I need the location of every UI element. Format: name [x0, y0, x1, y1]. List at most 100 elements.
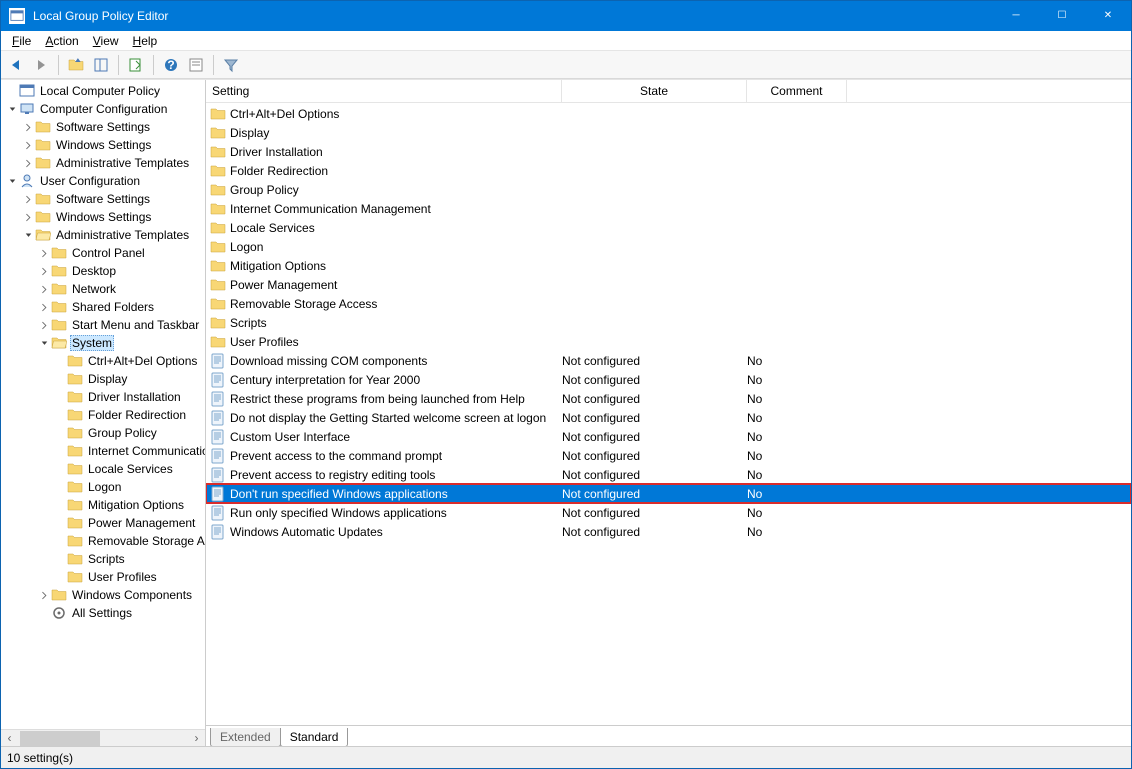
- col-state[interactable]: State: [562, 80, 747, 102]
- tree-item-winComponents[interactable]: Windows Components: [1, 586, 205, 604]
- tree-item-display[interactable]: Display: [1, 370, 205, 388]
- tree-item-winSettings[interactable]: Windows Settings: [1, 208, 205, 226]
- menu-file[interactable]: File: [5, 32, 38, 50]
- tree-label: Removable Storage Access: [86, 534, 205, 548]
- col-setting[interactable]: Setting: [206, 80, 562, 102]
- tree-item-desktop[interactable]: Desktop: [1, 262, 205, 280]
- tree-expander[interactable]: [5, 174, 19, 188]
- list-row-folder[interactable]: Folder Redirection: [206, 161, 1131, 180]
- settings-list[interactable]: Ctrl+Alt+Del Options Display Driver Instal…: [206, 103, 1131, 725]
- help-button[interactable]: [160, 54, 182, 76]
- tree-expander[interactable]: [37, 282, 51, 296]
- show-panes-button[interactable]: [90, 54, 112, 76]
- tree-item-adminTemplates[interactable]: Administrative Templates: [1, 154, 205, 172]
- tree-expander[interactable]: [37, 588, 51, 602]
- list-row-folder[interactable]: Ctrl+Alt+Del Options: [206, 104, 1131, 123]
- list-row-folder[interactable]: Display: [206, 123, 1131, 142]
- setting-name: Display: [230, 126, 562, 140]
- tree-item-sharedFolders[interactable]: Shared Folders: [1, 298, 205, 316]
- tree-item-internetComm[interactable]: Internet Communication Management: [1, 442, 205, 460]
- tree-item-network[interactable]: Network: [1, 280, 205, 298]
- tree-label: Desktop: [70, 264, 118, 278]
- list-row-folder[interactable]: Driver Installation: [206, 142, 1131, 161]
- tree-item-softSettings[interactable]: Software Settings: [1, 118, 205, 136]
- up-level-button[interactable]: [65, 54, 87, 76]
- list-row-folder[interactable]: Mitigation Options: [206, 256, 1131, 275]
- tree-expander[interactable]: [37, 336, 51, 350]
- gear-icon: [51, 605, 67, 621]
- tree-item-userProfiles[interactable]: User Profiles: [1, 568, 205, 586]
- list-row-policy[interactable]: Don't run specified Windows applications…: [206, 484, 1131, 503]
- maximize-button[interactable]: ☐: [1039, 1, 1085, 31]
- menu-help[interactable]: Help: [126, 32, 165, 50]
- tree-item-winSettings[interactable]: Windows Settings: [1, 136, 205, 154]
- list-row-folder[interactable]: Power Management: [206, 275, 1131, 294]
- filter-button[interactable]: [220, 54, 242, 76]
- tree-item-softSettings[interactable]: Software Settings: [1, 190, 205, 208]
- tree-expander[interactable]: [21, 120, 35, 134]
- tree-expander[interactable]: [37, 300, 51, 314]
- tab-extended[interactable]: Extended: [210, 728, 281, 746]
- list-row-folder[interactable]: Scripts: [206, 313, 1131, 332]
- list-row-folder[interactable]: Locale Services: [206, 218, 1131, 237]
- tree-item-system[interactable]: System: [1, 334, 205, 352]
- tree-label: Logon: [86, 480, 123, 494]
- tree-expander[interactable]: [37, 246, 51, 260]
- export-list-button[interactable]: [125, 54, 147, 76]
- list-row-policy[interactable]: Download missing COM componentsNot confi…: [206, 351, 1131, 370]
- tree-expander[interactable]: [21, 210, 35, 224]
- tree-hscrollbar[interactable]: ‹›: [1, 729, 205, 746]
- tree-expander[interactable]: [21, 228, 35, 242]
- list-row-folder[interactable]: User Profiles: [206, 332, 1131, 351]
- tree-item-allSettings[interactable]: All Settings: [1, 604, 205, 622]
- tree-expander[interactable]: [5, 102, 19, 116]
- list-row-folder[interactable]: Logon: [206, 237, 1131, 256]
- nav-forward-button[interactable]: [30, 54, 52, 76]
- tree-expander[interactable]: [21, 192, 35, 206]
- list-row-policy[interactable]: Do not display the Getting Started welco…: [206, 408, 1131, 427]
- tree-item-folderRedir[interactable]: Folder Redirection: [1, 406, 205, 424]
- nav-back-button[interactable]: [5, 54, 27, 76]
- menu-view[interactable]: View: [86, 32, 126, 50]
- list-row-folder[interactable]: Group Policy: [206, 180, 1131, 199]
- close-button[interactable]: ✕: [1085, 1, 1131, 31]
- tree-item-controlPanel[interactable]: Control Panel: [1, 244, 205, 262]
- tree-item-driverInst[interactable]: Driver Installation: [1, 388, 205, 406]
- menu-action[interactable]: Action: [38, 32, 85, 50]
- setting-state: Not configured: [562, 373, 747, 387]
- tree-item-root[interactable]: Local Computer Policy: [1, 82, 205, 100]
- list-row-policy[interactable]: Custom User InterfaceNot configuredNo: [206, 427, 1131, 446]
- policy-icon: [210, 353, 226, 369]
- list-row-policy[interactable]: Windows Automatic UpdatesNot configuredN…: [206, 522, 1131, 541]
- tree-expander[interactable]: [37, 264, 51, 278]
- tree-item-userConfig[interactable]: User Configuration: [1, 172, 205, 190]
- tree-item-localeSvc[interactable]: Locale Services: [1, 460, 205, 478]
- tree-item-removableStorage[interactable]: Removable Storage Access: [1, 532, 205, 550]
- tree-view[interactable]: Local Computer PolicyComputer Configurat…: [1, 80, 205, 729]
- tree-item-compConfig[interactable]: Computer Configuration: [1, 100, 205, 118]
- tree-expander[interactable]: [37, 318, 51, 332]
- tab-standard[interactable]: Standard: [280, 728, 349, 746]
- tree-item-groupPolicy[interactable]: Group Policy: [1, 424, 205, 442]
- list-row-policy[interactable]: Run only specified Windows applicationsN…: [206, 503, 1131, 522]
- list-row-policy[interactable]: Prevent access to the command promptNot …: [206, 446, 1131, 465]
- list-row-policy[interactable]: Century interpretation for Year 2000Not …: [206, 370, 1131, 389]
- policy-icon: [210, 467, 226, 483]
- col-comment[interactable]: Comment: [747, 80, 847, 102]
- tree-item-startMenu[interactable]: Start Menu and Taskbar: [1, 316, 205, 334]
- list-row-folder[interactable]: Internet Communication Management: [206, 199, 1131, 218]
- minimize-button[interactable]: ─: [993, 1, 1039, 31]
- list-row-policy[interactable]: Prevent access to registry editing tools…: [206, 465, 1131, 484]
- properties-button[interactable]: [185, 54, 207, 76]
- tree-item-logon[interactable]: Logon: [1, 478, 205, 496]
- list-row-policy[interactable]: Restrict these programs from being launc…: [206, 389, 1131, 408]
- setting-name: Prevent access to the command prompt: [230, 449, 562, 463]
- tree-item-scripts[interactable]: Scripts: [1, 550, 205, 568]
- tree-item-mitigation[interactable]: Mitigation Options: [1, 496, 205, 514]
- tree-expander[interactable]: [21, 138, 35, 152]
- tree-expander[interactable]: [21, 156, 35, 170]
- tree-item-ctrlAltDel[interactable]: Ctrl+Alt+Del Options: [1, 352, 205, 370]
- tree-item-adminTemplates[interactable]: Administrative Templates: [1, 226, 205, 244]
- tree-item-powerMgmt[interactable]: Power Management: [1, 514, 205, 532]
- list-row-folder[interactable]: Removable Storage Access: [206, 294, 1131, 313]
